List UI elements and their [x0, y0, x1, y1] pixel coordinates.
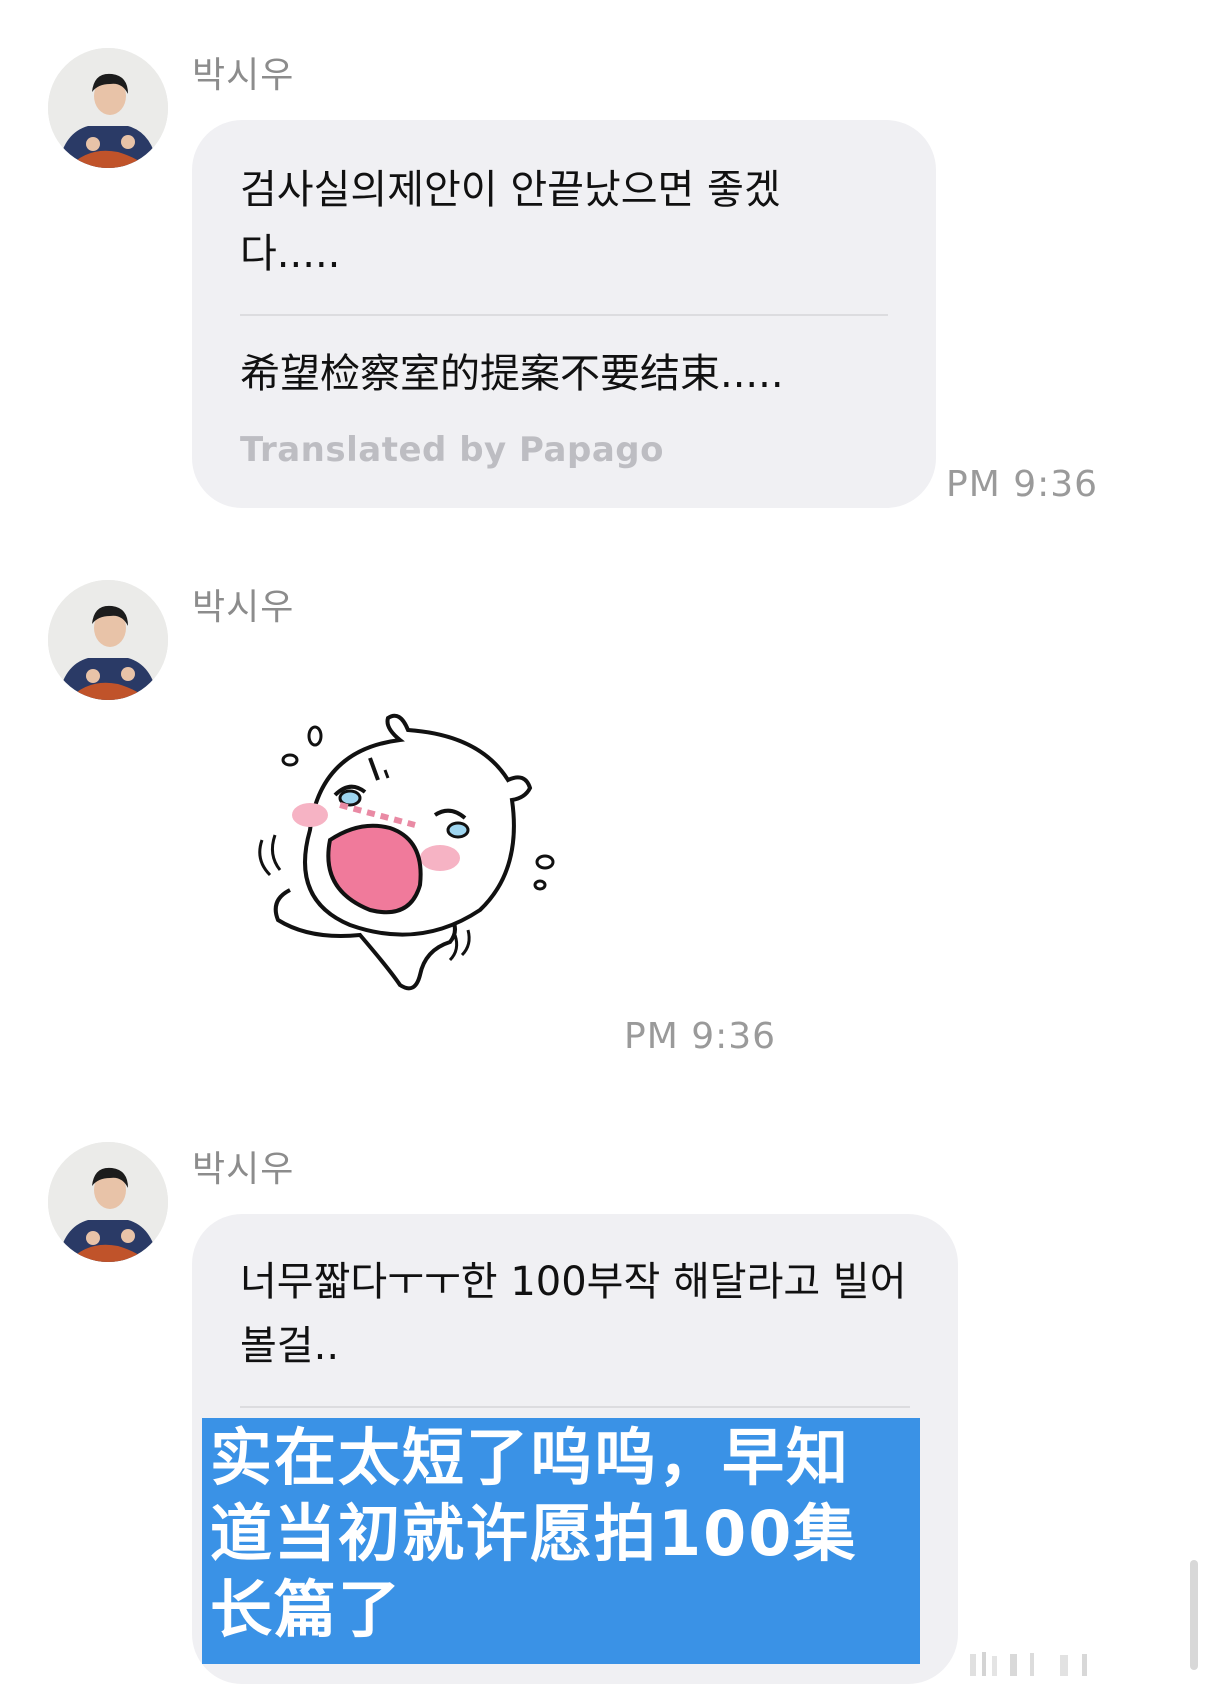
- translated-by-label: Translated by Papago: [240, 430, 664, 470]
- message-original-text: 검사실의제안이 안끝났으면 좋겠다.....: [240, 167, 781, 277]
- translation-divider: [240, 314, 888, 316]
- translation-divider: [240, 1406, 910, 1408]
- time-placeholder-marks: [970, 1650, 1120, 1676]
- scrollbar[interactable]: [1190, 1560, 1198, 1670]
- sender-name: 박시우: [192, 55, 295, 96]
- sender-name: 박시우: [192, 1149, 295, 1190]
- message-time: PM 9:36: [946, 464, 1099, 505]
- message-time: PM 9:36: [624, 1016, 777, 1057]
- message-bubble[interactable]: 검사실의제안이 안끝났으면 좋겠다..... 希望检察室的提案不要结束.....…: [192, 120, 936, 508]
- message-translation-text: 希望检察室的提案不要结束.....: [240, 351, 784, 397]
- message-original-text: 너무짧다ㅜㅜ한 100부작 해달라고 빌어볼걸..: [240, 1259, 907, 1369]
- highlighted-translation-text: 实在太短了呜呜，早知道当初就许愿拍100集长篇了: [202, 1418, 920, 1664]
- avatar[interactable]: [48, 580, 168, 700]
- avatar[interactable]: [48, 1142, 168, 1262]
- sender-name: 박시우: [192, 587, 295, 628]
- crying-bunny-sticker[interactable]: [250, 710, 580, 1010]
- avatar[interactable]: [48, 48, 168, 168]
